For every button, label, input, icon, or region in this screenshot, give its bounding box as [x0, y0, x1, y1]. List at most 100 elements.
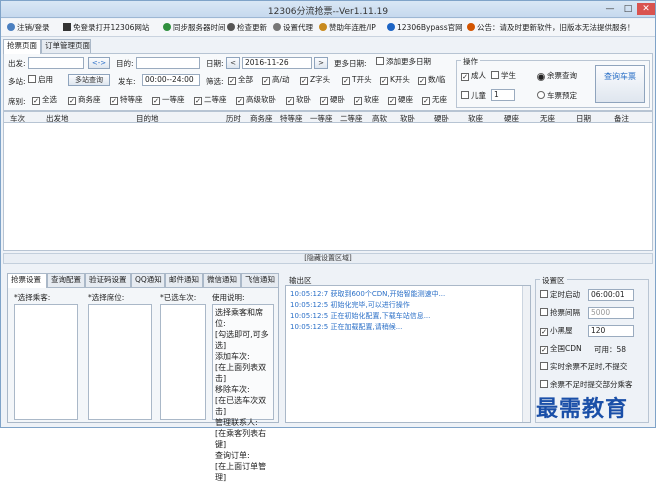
- next-date-button[interactable]: >: [314, 57, 328, 69]
- filter-gd-checkbox[interactable]: ✓ 高/动: [262, 75, 290, 85]
- adult-checkbox[interactable]: ✓ 成人: [461, 71, 486, 81]
- ticket-settings-panel: *选择乘客: *选择席位: *已选车次: 使用说明: 选择乘客和席位: [勾选即…: [7, 287, 279, 482]
- prev-date-button[interactable]: <: [226, 57, 240, 69]
- query-panel: 出发: <-> 目的: 日期: < 2016-11-26 > 更多日期: 添加更…: [3, 53, 653, 111]
- log-line: 10:05:12:5 正在初始化配置,下载车站信息...: [290, 312, 431, 320]
- usage-line: [在乘客列表右键]: [215, 429, 267, 449]
- usage-box: 选择乘客和席位: [勾选即可,可多选] 添加车次: [在上面列表双击] 移除车次…: [212, 304, 274, 482]
- cdn-checkbox[interactable]: ✓ 全国CDN: [540, 344, 582, 354]
- announcement[interactable]: 公告：请及时更新软件，旧版本无法提供服务！: [467, 22, 635, 33]
- usage-line: [勾选即可,可多选]: [215, 330, 269, 350]
- depart-time-select[interactable]: 00:00--24:00: [142, 74, 200, 86]
- selected-train-list[interactable]: [160, 304, 206, 420]
- tab-wechat-notify[interactable]: 微信通知: [203, 273, 241, 287]
- seat-all-checkbox[interactable]: ✓ 全选: [32, 95, 57, 105]
- train-grid-body[interactable]: [3, 123, 653, 251]
- close-button[interactable]: ✕: [637, 3, 655, 15]
- depart-label: 发车:: [118, 77, 136, 86]
- gear-icon: [273, 23, 281, 31]
- tab-mail-notify[interactable]: 邮件通知: [165, 273, 203, 287]
- seat-hard-sleeper-checkbox[interactable]: ✓ 硬卧: [320, 95, 345, 105]
- filter-temp-checkbox[interactable]: ✓ 数/临: [418, 75, 446, 85]
- seat-label: 席别:: [8, 97, 26, 106]
- swap-stations-button[interactable]: <->: [88, 57, 110, 69]
- filter-k-checkbox[interactable]: ✓ K开头: [380, 75, 410, 85]
- sync-icon: [163, 23, 171, 31]
- seat-adv-sleeper-checkbox[interactable]: ✓ 高级软卧: [236, 95, 276, 105]
- download-icon: [227, 23, 235, 31]
- tab-order-page[interactable]: 订单管理页面: [41, 39, 91, 53]
- donate-button[interactable]: 赞助年连胜/IP: [319, 22, 376, 33]
- usage-line: 选择乘客和席位:: [215, 308, 263, 328]
- from-input[interactable]: [28, 57, 84, 69]
- open-website-button[interactable]: 免登录打开12306网站: [63, 22, 149, 33]
- child-checkbox[interactable]: 儿童: [461, 91, 486, 101]
- to-input[interactable]: [136, 57, 200, 69]
- sync-time-button[interactable]: 同步服务器时间: [163, 22, 226, 33]
- passengers-label: *选择乘客:: [14, 293, 51, 302]
- student-checkbox[interactable]: 学生: [491, 71, 516, 81]
- seat-soft-seat-checkbox[interactable]: ✓ 软座: [354, 95, 379, 105]
- checkbox-box: [28, 75, 36, 83]
- timed-start-checkbox[interactable]: 定时启动: [540, 290, 580, 300]
- query-button[interactable]: 查询车票: [595, 65, 645, 103]
- date-input[interactable]: 2016-11-26: [242, 57, 312, 69]
- interval-input[interactable]: 5000: [588, 307, 634, 319]
- watermark: 最需教育: [536, 396, 629, 422]
- logout-button[interactable]: 注销/登录: [7, 22, 50, 33]
- check-update-button[interactable]: 检查更新: [227, 22, 267, 33]
- seat-special-checkbox[interactable]: ✓ 特等座: [110, 95, 143, 105]
- seat-hard-seat-checkbox[interactable]: ✓ 硬座: [388, 95, 413, 105]
- usage-line: [在上面列表双击]: [215, 363, 267, 383]
- seat-no-seat-checkbox[interactable]: ✓ 无座: [422, 95, 447, 105]
- donate-icon: [319, 23, 327, 31]
- query-tickets-radio[interactable]: ● 余票查询: [537, 71, 577, 81]
- timed-start-input[interactable]: 06:00:01: [588, 289, 634, 301]
- tab-ticket-page[interactable]: 抢票页面: [3, 39, 41, 54]
- interval-checkbox[interactable]: 抢票间隔: [540, 308, 580, 318]
- official-site-button[interactable]: 12306Bypass官网: [387, 22, 463, 33]
- seat-second-checkbox[interactable]: ✓ 二等座: [194, 95, 227, 105]
- tab-qq-notify[interactable]: QQ通知: [131, 273, 165, 287]
- speaker-icon: [467, 23, 475, 31]
- log-scrollbar[interactable]: [522, 286, 530, 422]
- log-line: 10:05:12:7 获取到600个CDN,开始智能测速中...: [290, 290, 446, 298]
- multi-query-button[interactable]: 多站查询: [68, 74, 110, 86]
- query-fare-radio[interactable]: 车票预定: [537, 91, 577, 101]
- minimize-button[interactable]: —: [601, 3, 619, 15]
- tab-ticket-settings[interactable]: 抢票设置: [7, 273, 47, 288]
- usage-line: 查询订单:: [215, 451, 250, 460]
- seat-first-checkbox[interactable]: ✓ 一等座: [152, 95, 185, 105]
- blackroom-checkbox[interactable]: ✓ 小黑屋: [540, 326, 573, 336]
- log-line: 10:05:12:5 正在加载配置,请稍候...: [290, 323, 403, 331]
- seat-business-checkbox[interactable]: ✓ 商务座: [68, 95, 101, 105]
- tab-fetion-notify[interactable]: 飞信通知: [241, 273, 279, 287]
- realtime-check-checkbox[interactable]: 实时余票不足时,不提交: [540, 362, 627, 372]
- maximize-button[interactable]: □: [619, 3, 637, 15]
- proxy-settings-button[interactable]: 设置代理: [273, 22, 313, 33]
- checkbox-box: [376, 57, 384, 65]
- usage-line: 管理联系人:: [215, 418, 258, 427]
- cdn-count: 可用：58: [594, 345, 627, 354]
- passenger-list[interactable]: [14, 304, 78, 420]
- filter-all-checkbox[interactable]: ✓ 全部: [228, 75, 253, 85]
- enable-multi-checkbox[interactable]: 启用: [28, 75, 53, 85]
- seat-list[interactable]: [88, 304, 152, 420]
- filter-z-checkbox[interactable]: ✓ Z字头: [300, 75, 330, 85]
- train-grid-header: 车次 出发地 目的地 历时 商务座 特等座 一等座 二等座 高软 软卧 硬卧 软…: [3, 111, 653, 123]
- operations-group: 操作 ✓ 成人 学生 儿童 1 ● 余票查询 车票预定 查询车票: [456, 56, 650, 108]
- forward-icon: [63, 23, 71, 31]
- blackroom-input[interactable]: 120: [588, 325, 634, 337]
- tab-captcha-settings[interactable]: 验证码设置: [85, 273, 131, 287]
- seat-soft-sleeper-checkbox[interactable]: ✓ 软卧: [286, 95, 311, 105]
- toolbar: 注销/登录 免登录打开12306网站 同步服务器时间 检查更新 设置代理 赞助年…: [1, 19, 655, 37]
- partial-submit-checkbox[interactable]: 余票不足时提交部分乘客: [540, 380, 633, 390]
- usage-line: [在上面订单管理]: [215, 462, 267, 482]
- log-output[interactable]: 10:05:12:7 获取到600个CDN,开始智能测速中... 10:05:1…: [285, 285, 531, 423]
- child-count-stepper[interactable]: 1: [491, 89, 515, 101]
- hide-settings-bar[interactable]: [隐藏设置区域]: [3, 253, 653, 264]
- add-more-dates-checkbox[interactable]: 添加更多日期: [376, 57, 431, 67]
- tab-query-config[interactable]: 查询配置: [47, 273, 85, 287]
- window-title: 12306分流抢票--Ver1.11.19: [267, 7, 389, 17]
- filter-t-checkbox[interactable]: ✓ T开头: [342, 75, 372, 85]
